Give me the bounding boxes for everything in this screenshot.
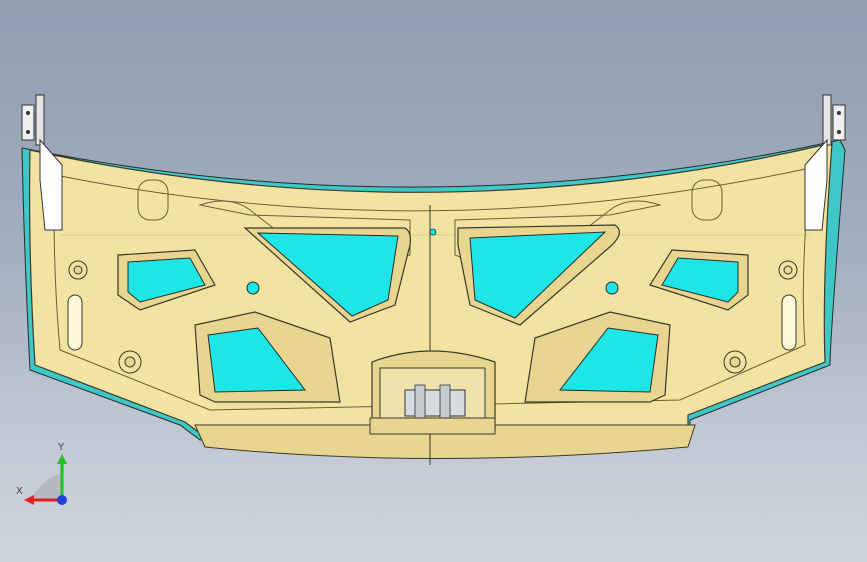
y-axis-arrow [57, 454, 67, 464]
latch-pocket [369, 350, 496, 435]
z-axis-dot [57, 495, 67, 505]
x-axis-label: X [16, 486, 23, 497]
triad-plane [30, 474, 62, 500]
y-axis-label: Y [58, 442, 65, 453]
graphics-viewport[interactable]: X Y [0, 0, 867, 562]
hood-inner-panel-model[interactable] [0, 0, 867, 562]
x-axis-arrow [24, 495, 34, 505]
coordinate-triad: X Y [10, 440, 80, 510]
